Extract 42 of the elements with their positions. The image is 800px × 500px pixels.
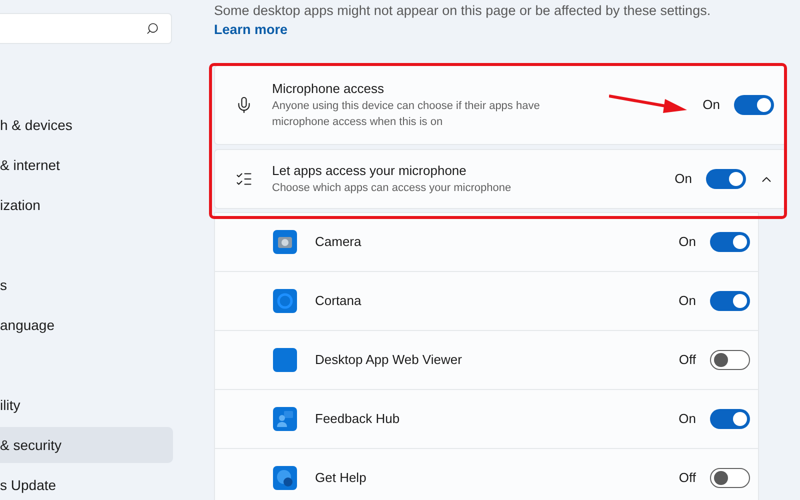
toggle-switch[interactable]	[710, 409, 750, 429]
app-icon	[273, 348, 297, 372]
app-name: Cortana	[315, 292, 362, 310]
sidebar-item[interactable]: s Update	[0, 467, 173, 500]
setting-description: Choose which apps can access your microphone	[272, 181, 512, 196]
search-field[interactable]	[0, 13, 172, 44]
toggle-switch[interactable]	[710, 291, 750, 311]
app-name: Feedback Hub	[315, 410, 401, 428]
sidebar-item[interactable]: ization	[0, 187, 173, 223]
sidebar-item[interactable]: anguage	[0, 307, 173, 343]
toggle-switch[interactable]	[706, 169, 746, 189]
sidebar-item[interactable]: & security	[0, 427, 173, 463]
toggle-state-label: Off	[678, 351, 696, 370]
toggle-state-label: On	[678, 292, 696, 310]
app-name: Camera	[315, 233, 362, 252]
toggle-state-label: On	[678, 233, 696, 252]
learn-more-link[interactable]: Learn more	[214, 22, 288, 37]
toggle-switch[interactable]	[734, 95, 774, 115]
sidebar-item[interactable]: s	[0, 267, 173, 303]
sidebar-item[interactable]: ility	[0, 387, 173, 423]
toggle-state-label: On	[702, 96, 720, 114]
microphone-icon	[235, 96, 253, 114]
sidebar-item[interactable]: h & devices	[0, 107, 173, 143]
ring-app-icon	[273, 289, 297, 313]
app-name: Get Help	[315, 469, 368, 488]
person-app-icon	[273, 407, 297, 431]
help-app-icon	[273, 466, 297, 490]
sidebar-item[interactable]: & internet	[0, 147, 173, 183]
toggle-state-label: Off	[678, 469, 696, 488]
toggle-state-label: On	[678, 410, 696, 428]
search-icon	[146, 22, 159, 35]
setting-description: Anyone using this device can choose if their apps have microphone access when this is on	[272, 99, 541, 130]
toggle-state-label: On	[674, 170, 692, 188]
setting-title: Microphone access	[272, 80, 385, 98]
setting-title: Let apps access your microphone	[272, 162, 468, 180]
toggle-switch[interactable]	[710, 232, 750, 252]
list-icon	[235, 170, 253, 188]
camera-app-icon	[273, 230, 297, 254]
toggle-switch[interactable]	[710, 350, 750, 370]
notice-text: Some desktop apps might not appear on this page or be affected by these settings. Learn more	[214, 2, 712, 39]
toggle-switch[interactable]	[710, 468, 750, 488]
app-name: Desktop App Web Viewer	[315, 351, 463, 370]
